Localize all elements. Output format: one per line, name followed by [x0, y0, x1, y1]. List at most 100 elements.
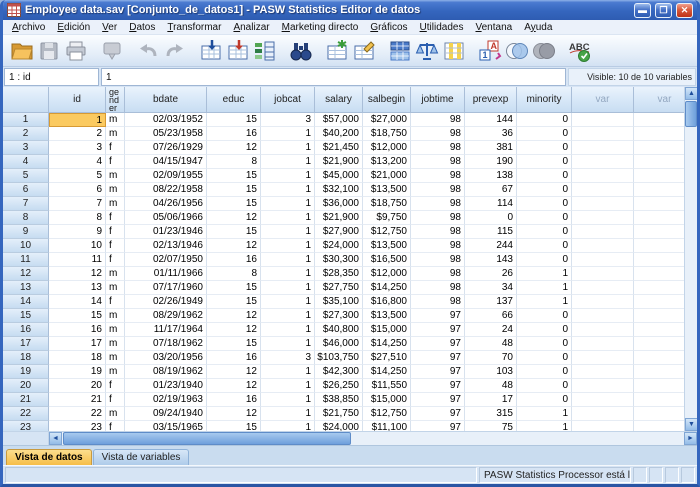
cell-salbegin[interactable]: $27,000	[363, 113, 411, 127]
cell-salbegin[interactable]: $15,000	[363, 393, 411, 407]
row-header[interactable]: 13	[3, 281, 49, 295]
cell-jobcat[interactable]: 1	[261, 169, 315, 183]
cell-salary[interactable]: $21,900	[315, 211, 363, 225]
cell-id[interactable]: 3	[49, 141, 106, 155]
cell-educ[interactable]: 15	[207, 113, 261, 127]
cell-var2[interactable]	[634, 155, 684, 169]
row-header[interactable]: 19	[3, 365, 49, 379]
cell-var1[interactable]	[572, 379, 634, 393]
row-header[interactable]: 15	[3, 309, 49, 323]
cell-minority[interactable]: 0	[517, 141, 572, 155]
cell-jobcat[interactable]: 1	[261, 253, 315, 267]
cell-var2[interactable]	[634, 393, 684, 407]
row-header[interactable]: 2	[3, 127, 49, 141]
cell-gender[interactable]: f	[106, 393, 125, 407]
cell-id[interactable]: 15	[49, 309, 106, 323]
cell-id[interactable]: 9	[49, 225, 106, 239]
cell-bdate[interactable]: 09/24/1940	[125, 407, 207, 421]
cell-salary[interactable]: $26,250	[315, 379, 363, 393]
cell-jobcat[interactable]: 3	[261, 113, 315, 127]
cell-var1[interactable]	[572, 239, 634, 253]
cell-educ[interactable]: 15	[207, 197, 261, 211]
cell-bdate[interactable]: 02/09/1955	[125, 169, 207, 183]
cell-id[interactable]: 22	[49, 407, 106, 421]
cell-id[interactable]: 10	[49, 239, 106, 253]
cell-id[interactable]: 7	[49, 197, 106, 211]
cell-jobtime[interactable]: 98	[411, 295, 465, 309]
toolbar-split-file-button[interactable]	[386, 37, 413, 64]
cell-gender[interactable]: f	[106, 225, 125, 239]
cell-salary[interactable]: $38,850	[315, 393, 363, 407]
cell-minority[interactable]: 0	[517, 197, 572, 211]
cell-salbegin[interactable]: $12,000	[363, 267, 411, 281]
cell-gender[interactable]: f	[106, 239, 125, 253]
cell-jobcat[interactable]: 1	[261, 295, 315, 309]
cell-jobtime[interactable]: 98	[411, 253, 465, 267]
cell-salbegin[interactable]: $18,750	[363, 127, 411, 141]
toolbar-recall-dialogs-button[interactable]	[98, 37, 125, 64]
cell-var1[interactable]	[572, 407, 634, 421]
vertical-scrollbar[interactable]: ▲ ▼	[684, 87, 697, 431]
cell-salbegin[interactable]: $13,500	[363, 239, 411, 253]
cell-jobcat[interactable]: 1	[261, 239, 315, 253]
cell-jobcat[interactable]: 1	[261, 141, 315, 155]
cell-prevexp[interactable]: 67	[465, 183, 517, 197]
column-header-educ[interactable]: educ	[207, 87, 261, 113]
cell-educ[interactable]: 15	[207, 225, 261, 239]
cell-var1[interactable]	[572, 113, 634, 127]
cell-var2[interactable]	[634, 421, 684, 431]
cell-bdate[interactable]: 02/19/1963	[125, 393, 207, 407]
cell-jobtime[interactable]: 97	[411, 407, 465, 421]
cell-salary[interactable]: $35,100	[315, 295, 363, 309]
cell-var1[interactable]	[572, 127, 634, 141]
cell-bdate[interactable]: 03/15/1965	[125, 421, 207, 431]
cell-minority[interactable]: 0	[517, 309, 572, 323]
cell-salary[interactable]: $32,100	[315, 183, 363, 197]
cell-educ[interactable]: 8	[207, 155, 261, 169]
cell-educ[interactable]: 12	[207, 141, 261, 155]
cell-salbegin[interactable]: $27,510	[363, 351, 411, 365]
cell-bdate[interactable]: 07/17/1960	[125, 281, 207, 295]
cell-editor-input[interactable]: 1	[101, 68, 566, 86]
cell-gender[interactable]: m	[106, 351, 125, 365]
cell-minority[interactable]: 1	[517, 421, 572, 431]
cell-id[interactable]: 19	[49, 365, 106, 379]
tab-variable-view[interactable]: Vista de variables	[93, 449, 190, 465]
cell-jobtime[interactable]: 97	[411, 379, 465, 393]
cell-educ[interactable]: 12	[207, 365, 261, 379]
menu-ayuda[interactable]: Ayuda	[518, 21, 558, 34]
cell-salbegin[interactable]: $12,000	[363, 141, 411, 155]
cell-jobtime[interactable]: 98	[411, 239, 465, 253]
cell-bdate[interactable]: 02/03/1952	[125, 113, 207, 127]
select-all-corner[interactable]	[3, 87, 49, 113]
cell-jobcat[interactable]: 1	[261, 211, 315, 225]
toolbar-select-cases-button[interactable]	[440, 37, 467, 64]
cell-salary[interactable]: $21,900	[315, 155, 363, 169]
cell-prevexp[interactable]: 48	[465, 379, 517, 393]
cell-salbegin[interactable]: $16,500	[363, 253, 411, 267]
cell-prevexp[interactable]: 244	[465, 239, 517, 253]
cell-minority[interactable]: 0	[517, 169, 572, 183]
cell-prevexp[interactable]: 24	[465, 323, 517, 337]
cell-bdate[interactable]: 08/22/1958	[125, 183, 207, 197]
cell-jobcat[interactable]: 1	[261, 337, 315, 351]
cell-salbegin[interactable]: $15,000	[363, 323, 411, 337]
cell-prevexp[interactable]: 34	[465, 281, 517, 295]
cell-minority[interactable]: 0	[517, 127, 572, 141]
cell-jobcat[interactable]: 1	[261, 281, 315, 295]
column-header-var1[interactable]: var	[572, 87, 634, 113]
vertical-scroll-thumb[interactable]	[685, 101, 697, 127]
cell-minority[interactable]: 0	[517, 393, 572, 407]
cell-prevexp[interactable]: 103	[465, 365, 517, 379]
column-header-var2[interactable]: var	[634, 87, 684, 113]
cell-var1[interactable]	[572, 337, 634, 351]
scroll-down-arrow[interactable]: ▼	[685, 418, 697, 431]
cell-var1[interactable]	[572, 365, 634, 379]
cell-var2[interactable]	[634, 295, 684, 309]
row-header[interactable]: 4	[3, 155, 49, 169]
cell-var2[interactable]	[634, 337, 684, 351]
row-header[interactable]: 8	[3, 211, 49, 225]
close-button[interactable]: ✕	[676, 3, 693, 18]
cell-var2[interactable]	[634, 323, 684, 337]
cell-var1[interactable]	[572, 155, 634, 169]
